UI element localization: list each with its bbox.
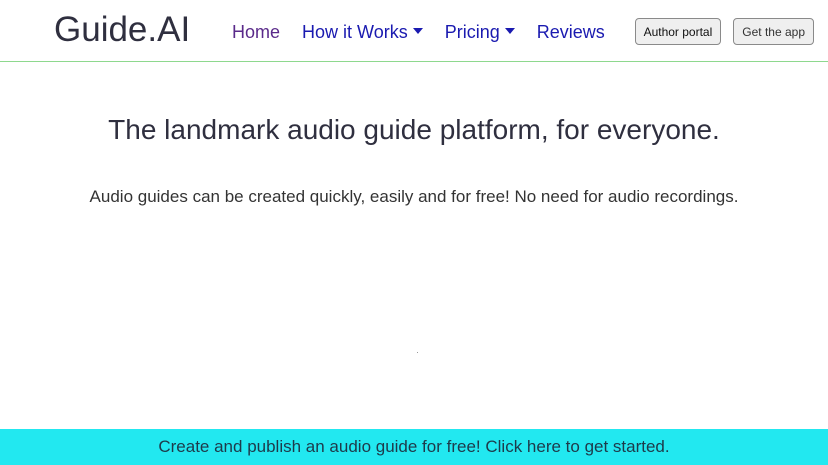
header-actions: Author portal Get the app [634, 18, 814, 45]
nav-link-how-it-works-label: How it Works [302, 22, 408, 42]
caret-down-icon [504, 28, 515, 34]
brand-logo[interactable]: Guide.AI [54, 10, 190, 50]
nav-link-pricing-label: Pricing [444, 22, 500, 42]
page: Guide.AI Home How it Works Pricing Revie… [0, 0, 828, 465]
caret-down-icon [412, 28, 423, 34]
author-portal-button[interactable]: Author portal [634, 18, 722, 45]
main-nav: Home How it Works Pricing Reviews [232, 20, 605, 44]
nav-link-home-label: Home [232, 22, 281, 42]
nav-link-home[interactable]: Home [232, 20, 280, 44]
hero-title: The landmark audio guide platform, for e… [108, 114, 720, 145]
nav-dropdown-pricing[interactable]: Pricing [445, 20, 515, 44]
nav-dropdown-how-it-works[interactable]: How it Works [302, 20, 423, 44]
loading-indicator [417, 352, 418, 353]
nav-link-reviews-label: Reviews [536, 22, 605, 42]
get-the-app-button[interactable]: Get the app [733, 18, 814, 45]
top-navbar: Guide.AI Home How it Works Pricing Revie… [0, 0, 828, 62]
hero-subtitle: Audio guides can be created quickly, eas… [89, 187, 739, 206]
nav-link-reviews[interactable]: Reviews [537, 20, 605, 44]
cta-banner[interactable]: Create and publish an audio guide for fr… [0, 429, 828, 465]
